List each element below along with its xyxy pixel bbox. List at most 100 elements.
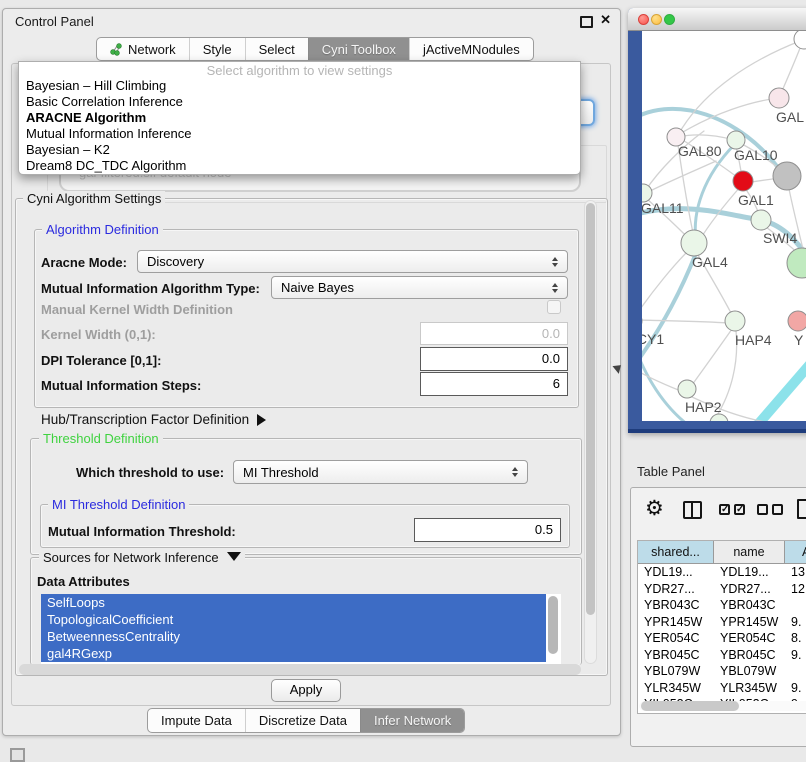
close-traffic-light-icon[interactable] xyxy=(638,14,649,25)
network-node-swi4[interactable] xyxy=(751,210,771,230)
network-node-y[interactable] xyxy=(788,311,806,331)
tab-style[interactable]: Style xyxy=(189,38,245,60)
network-edge[interactable] xyxy=(678,98,779,135)
algorithm-option-bayesian-k2[interactable]: Bayesian – K2 xyxy=(19,142,580,158)
tab-cyni-toolbox[interactable]: Cyni Toolbox xyxy=(308,38,409,60)
deselect-all-checkbox-icon[interactable] xyxy=(757,504,768,515)
column-header-a[interactable]: A xyxy=(785,541,806,564)
kernel-width-field[interactable]: 0.0 xyxy=(420,322,568,345)
network-node-hap2[interactable] xyxy=(678,380,696,398)
network-view-window: GALGAL80GAL10GAL1GAL11SWI4GAL4GCY1HAP4YH… xyxy=(628,8,806,433)
scrollbar-thumb[interactable] xyxy=(586,203,595,615)
tab-label: Cyni Toolbox xyxy=(322,42,396,57)
float-panel-icon[interactable] xyxy=(10,748,25,762)
page-icon[interactable] xyxy=(797,499,806,519)
network-edge[interactable] xyxy=(692,329,732,385)
network-node-gal1[interactable] xyxy=(733,171,753,191)
select-all-checkbox-icon[interactable]: ✓ xyxy=(719,504,730,515)
which-threshold-combo[interactable]: MI Threshold xyxy=(233,460,528,484)
network-node[interactable] xyxy=(794,31,806,49)
which-threshold-label: Which threshold to use: xyxy=(76,465,224,480)
network-node-gal4[interactable] xyxy=(681,230,707,256)
tab-network[interactable]: Network xyxy=(97,38,189,60)
network-node-gal[interactable] xyxy=(769,88,789,108)
algorithm-option-basic-correlation-inference[interactable]: Basic Correlation Inference xyxy=(19,94,580,110)
tab-jactivemnodules[interactable]: jActiveMNodules xyxy=(409,38,533,60)
apply-button[interactable]: Apply xyxy=(271,679,341,702)
aracne-mode-combo[interactable]: Discovery xyxy=(137,250,568,273)
collapsed-arrow-icon xyxy=(257,414,266,426)
network-node-hap4[interactable] xyxy=(725,311,745,331)
table-row[interactable]: YDL19...YDL19...13 xyxy=(638,564,806,581)
attribute-item-topologicalcoefficient[interactable]: TopologicalCoefficient xyxy=(41,611,546,628)
algorithm-option-dream8-dc-tdc-algorithm[interactable]: Dream8 DC_TDC Algorithm xyxy=(19,158,580,174)
cyni-algorithm-settings-title: Cyni Algorithm Settings xyxy=(23,191,165,206)
network-window-titlebar[interactable] xyxy=(628,8,806,31)
sources-group-toggle[interactable]: Sources for Network Inference xyxy=(39,550,245,565)
network-node[interactable] xyxy=(773,162,801,190)
combo-stepper-icon xyxy=(547,283,567,293)
zoom-traffic-light-icon[interactable] xyxy=(664,14,675,25)
table-row[interactable]: YDR27...YDR27...12 xyxy=(638,581,806,598)
table-row[interactable]: YPR145WYPR145W9. xyxy=(638,614,806,631)
dpi-tolerance-field[interactable]: 0.0 xyxy=(420,347,568,371)
settings-horizontal-scrollbar[interactable] xyxy=(19,664,581,675)
mi-threshold-field[interactable]: 0.5 xyxy=(414,518,561,542)
select-all-checkbox-icon[interactable]: ✓ xyxy=(734,504,745,515)
tab-label: Style xyxy=(203,42,232,57)
tab-label: jActiveMNodules xyxy=(423,42,520,57)
table-cell: 13 xyxy=(785,564,806,581)
control-panel-window: Control Panel ✕ gal-filtered.sif default… xyxy=(2,8,621,736)
dpi-tolerance-label: DPI Tolerance [0,1]: xyxy=(41,353,161,368)
table-row[interactable]: YER054CYER054C8. xyxy=(638,630,806,647)
deselect-all-checkbox-icon[interactable] xyxy=(772,504,783,515)
hub-tf-definition-toggle[interactable]: Hub/Transcription Factor Definition xyxy=(41,412,266,427)
hub-tf-definition-label: Hub/Transcription Factor Definition xyxy=(41,412,249,427)
aracne-mode-label: Aracne Mode: xyxy=(41,255,127,270)
table-row[interactable]: YBR043CYBR043C xyxy=(638,597,806,614)
algorithm-option-aracne-algorithm[interactable]: ARACNE Algorithm xyxy=(19,110,580,126)
tab-infer-network[interactable]: Infer Network xyxy=(360,709,464,732)
node-label-hap2: HAP2 xyxy=(685,399,722,415)
table-row[interactable]: YLR345WYLR345W9. xyxy=(638,680,806,697)
column-header-name[interactable]: name xyxy=(714,541,785,564)
network-edge[interactable] xyxy=(678,135,734,140)
scrollbar-thumb[interactable] xyxy=(641,701,739,711)
table-row[interactable]: YBL079WYBL079W xyxy=(638,663,806,680)
network-edge[interactable] xyxy=(754,355,806,421)
float-window-icon[interactable] xyxy=(580,16,593,28)
settings-vertical-scrollbar[interactable] xyxy=(584,200,597,664)
manual-kernel-width-checkbox[interactable] xyxy=(547,300,561,314)
tab-discretize-data[interactable]: Discretize Data xyxy=(245,709,360,732)
attribute-item-selfloops[interactable]: SelfLoops xyxy=(41,594,546,611)
tab-label: Infer Network xyxy=(374,713,451,728)
gear-icon[interactable]: ⚙ xyxy=(645,498,664,520)
network-edge[interactable] xyxy=(695,145,734,241)
network-node[interactable] xyxy=(787,248,806,278)
node-label-hap4: HAP4 xyxy=(735,332,772,348)
algorithm-option-mutual-information-inference[interactable]: Mutual Information Inference xyxy=(19,126,580,142)
minimize-traffic-light-icon[interactable] xyxy=(651,14,662,25)
tab-select[interactable]: Select xyxy=(245,38,308,60)
attribute-item-betweennesscentrality[interactable]: BetweennessCentrality xyxy=(41,628,546,645)
table-horizontal-scrollbar[interactable] xyxy=(639,701,806,711)
attribute-item-gal4rgexp[interactable]: gal4RGexp xyxy=(41,645,546,662)
network-edge[interactable] xyxy=(642,320,728,323)
close-window-icon[interactable]: ✕ xyxy=(600,12,611,28)
column-header-shared[interactable]: shared... xyxy=(638,541,714,564)
network-node[interactable] xyxy=(710,414,728,421)
network-canvas[interactable]: GALGAL80GAL10GAL1GAL11SWI4GAL4GCY1HAP4YH… xyxy=(642,31,806,421)
attributes-list-scrollbar[interactable] xyxy=(548,596,558,654)
manual-kernel-width-label: Manual Kernel Width Definition xyxy=(41,302,233,317)
data-attributes-list[interactable]: SelfLoopsTopologicalCoefficientBetweenne… xyxy=(41,594,561,664)
table-row[interactable]: YBR045CYBR045C9. xyxy=(638,647,806,664)
mi-threshold-label: Mutual Information Threshold: xyxy=(48,524,236,539)
tab-impute-data[interactable]: Impute Data xyxy=(148,709,245,732)
columns-icon[interactable] xyxy=(683,501,702,519)
mi-algorithm-type-combo[interactable]: Naive Bayes xyxy=(271,276,568,299)
mi-steps-field[interactable]: 6 xyxy=(420,372,568,396)
table-cell: YDR27... xyxy=(638,581,714,598)
algorithm-option-bayesian-hill-climbing[interactable]: Bayesian – Hill Climbing xyxy=(19,78,580,94)
network-icon xyxy=(110,43,123,56)
threshold-definition-title: Threshold Definition xyxy=(39,431,163,446)
